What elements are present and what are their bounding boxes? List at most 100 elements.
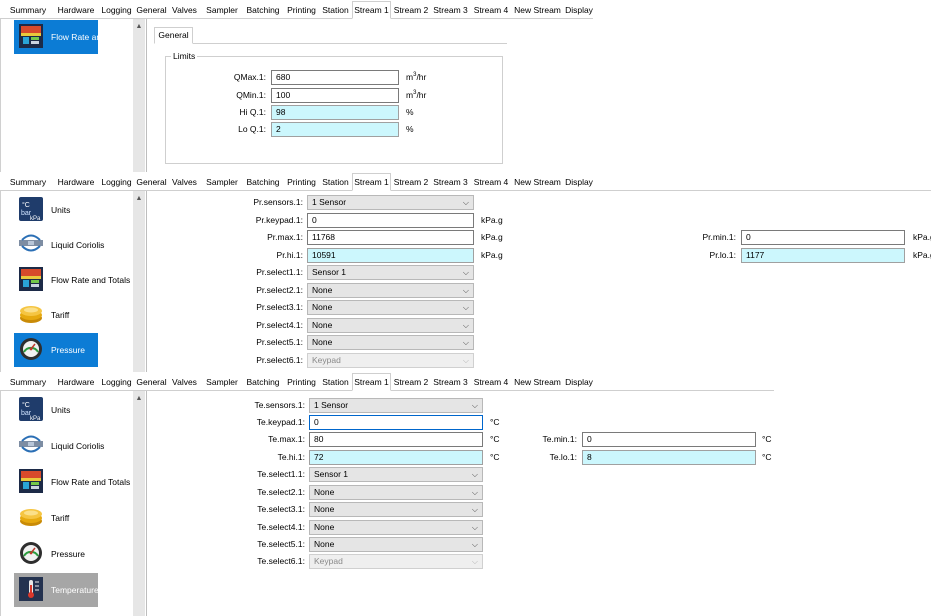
tab-stream-1[interactable]: Stream 1 — [352, 1, 391, 19]
lo-input[interactable]: 1177 — [741, 248, 905, 263]
tab-general[interactable]: General — [136, 3, 167, 19]
hi-input[interactable]: 10591 — [307, 248, 474, 263]
select1-dropdown[interactable]: Sensor 1 ⌵ — [309, 467, 483, 482]
select4-dropdown[interactable]: None ⌵ — [309, 520, 483, 535]
sidebar-item-flow-rate-and-totals[interactable]: Flow Rate and Totals — [14, 263, 130, 297]
sidebar-item-label: Units — [51, 405, 71, 415]
tab-display[interactable]: Display — [564, 175, 594, 191]
min-input[interactable]: 0 — [582, 432, 756, 447]
tab-stream-2[interactable]: Stream 2 — [392, 175, 430, 191]
select3-dropdown[interactable]: None ⌵ — [309, 502, 483, 517]
tab-sampler[interactable]: Sampler — [202, 175, 242, 191]
sidebar-scrollbar[interactable] — [133, 391, 145, 616]
tab-stream-3[interactable]: Stream 3 — [431, 375, 470, 391]
sidebar-item-units[interactable]: °C bar kPa Units — [14, 393, 98, 427]
select2-dropdown[interactable]: None ⌵ — [309, 485, 483, 500]
keypad-input[interactable]: 0 — [309, 415, 483, 430]
select2-dropdown[interactable]: None ⌵ — [307, 283, 474, 298]
select1-dropdown[interactable]: Sensor 1 ⌵ — [307, 265, 474, 280]
tab-valves[interactable]: Valves — [168, 375, 201, 391]
field-qmax1[interactable]: 680 — [271, 70, 399, 85]
sidebar-item-liquid-coriolis[interactable]: Liquid Coriolis — [14, 429, 104, 463]
sensors-select[interactable]: 1 Sensor ⌵ — [309, 398, 483, 413]
max-label: Te.max.1: — [268, 434, 305, 444]
sidebar-item-liquid-coriolis[interactable]: Liquid Coriolis — [14, 228, 104, 262]
sensors-select[interactable]: 1 Sensor ⌵ — [307, 195, 474, 210]
tab-display[interactable]: Display — [564, 375, 594, 391]
tab-summary[interactable]: Summary — [3, 3, 53, 19]
scroll-up-arrow[interactable]: ▲ — [133, 22, 145, 32]
tab-batching[interactable]: Batching — [243, 375, 283, 391]
sidebar-item-tariff[interactable]: Tariff — [14, 501, 98, 535]
tab-hardware[interactable]: Hardware — [55, 3, 97, 19]
scroll-up-arrow[interactable]: ▲ — [133, 194, 145, 204]
select4-dropdown[interactable]: None ⌵ — [307, 318, 474, 333]
field-qmin1[interactable]: 100 — [271, 88, 399, 103]
sidebar-scrollbar[interactable] — [133, 191, 145, 372]
select5-dropdown[interactable]: None ⌵ — [309, 537, 483, 552]
max-input[interactable]: 80 — [309, 432, 483, 447]
tab-new-stream[interactable]: New Stream — [512, 3, 563, 19]
tab-printing[interactable]: Printing — [284, 375, 319, 391]
combo-value: None — [312, 285, 333, 295]
tab-stream-2[interactable]: Stream 2 — [392, 3, 430, 19]
tab-general[interactable]: General — [136, 175, 167, 191]
tab-printing[interactable]: Printing — [284, 3, 319, 19]
max-input[interactable]: 11768 — [307, 230, 474, 245]
sidebar-item-units[interactable]: °C bar kPa Units — [14, 193, 98, 227]
select5-dropdown[interactable]: None ⌵ — [307, 335, 474, 350]
tab-summary[interactable]: Summary — [3, 175, 53, 191]
sidebar-item-temperature[interactable]: Temperature — [14, 573, 99, 607]
chevron-down-icon: ⌵ — [462, 338, 469, 347]
tab-batching[interactable]: Batching — [243, 175, 283, 191]
tab-display[interactable]: Display — [564, 3, 594, 19]
tab-valves[interactable]: Valves — [168, 3, 201, 19]
tab-new-stream[interactable]: New Stream — [512, 175, 563, 191]
tab-batching[interactable]: Batching — [243, 3, 283, 19]
tab-sampler[interactable]: Sampler — [202, 375, 242, 391]
field-hiq1[interactable]: 98 — [271, 105, 399, 120]
sidebar-item-flow-rate-and-totals[interactable]: Flow Rate and Totals — [14, 465, 130, 499]
tab-logging[interactable]: Logging — [98, 375, 135, 391]
keypad-input[interactable]: 0 — [307, 213, 474, 228]
tab-hardware[interactable]: Hardware — [55, 175, 97, 191]
min-input[interactable]: 0 — [741, 230, 905, 245]
hi-input[interactable]: 72 — [309, 450, 483, 465]
unit-tail: /hr — [416, 90, 427, 100]
tab-logging[interactable]: Logging — [98, 175, 135, 191]
tab-logging[interactable]: Logging — [98, 3, 135, 19]
tab-hardware[interactable]: Hardware — [55, 375, 97, 391]
tab-stream-3[interactable]: Stream 3 — [431, 3, 470, 19]
tab-stream-2[interactable]: Stream 2 — [392, 375, 430, 391]
pressure-window: Summary Hardware Logging General Valves Sampl… — [0, 172, 931, 372]
sidebar-scrollbar[interactable] — [133, 19, 145, 172]
select6-dropdown: Keypad ⌵ — [309, 554, 483, 569]
tab-sampler[interactable]: Sampler — [202, 3, 242, 19]
tab-stream-4[interactable]: Stream 4 — [471, 175, 511, 191]
tab-station[interactable]: Station — [320, 3, 351, 19]
sidebar-item-pressure[interactable]: Pressure — [14, 537, 98, 571]
sidebar-item-label: Tariff — [51, 513, 70, 523]
tab-station[interactable]: Station — [320, 175, 351, 191]
tab-general[interactable]: General — [136, 375, 167, 391]
select3-dropdown[interactable]: None ⌵ — [307, 300, 474, 315]
tab-stream-3[interactable]: Stream 3 — [431, 175, 470, 191]
tab-stream-4[interactable]: Stream 4 — [471, 3, 511, 19]
scroll-up-arrow[interactable]: ▲ — [133, 394, 145, 404]
tab-general[interactable]: General — [154, 27, 193, 44]
tab-valves[interactable]: Valves — [168, 175, 201, 191]
sidebar-item-label: Temperature — [51, 585, 99, 595]
tab-stream-1[interactable]: Stream 1 — [352, 373, 391, 391]
tab-stream-4[interactable]: Stream 4 — [471, 375, 511, 391]
liquid-coriolis-icon — [18, 432, 44, 458]
tab-new-stream[interactable]: New Stream — [512, 375, 563, 391]
sidebar-item-pressure[interactable]: Pressure — [14, 333, 98, 367]
tab-station[interactable]: Station — [320, 375, 351, 391]
tab-printing[interactable]: Printing — [284, 175, 319, 191]
field-loq1[interactable]: 2 — [271, 122, 399, 137]
tab-summary[interactable]: Summary — [3, 375, 53, 391]
lo-input[interactable]: 8 — [582, 450, 756, 465]
sidebar-item-tariff[interactable]: Tariff — [14, 298, 98, 332]
sidebar-item-flow-rate-and-totals[interactable]: Flow Rate and Totals — [14, 20, 130, 54]
tab-stream-1[interactable]: Stream 1 — [352, 173, 391, 191]
